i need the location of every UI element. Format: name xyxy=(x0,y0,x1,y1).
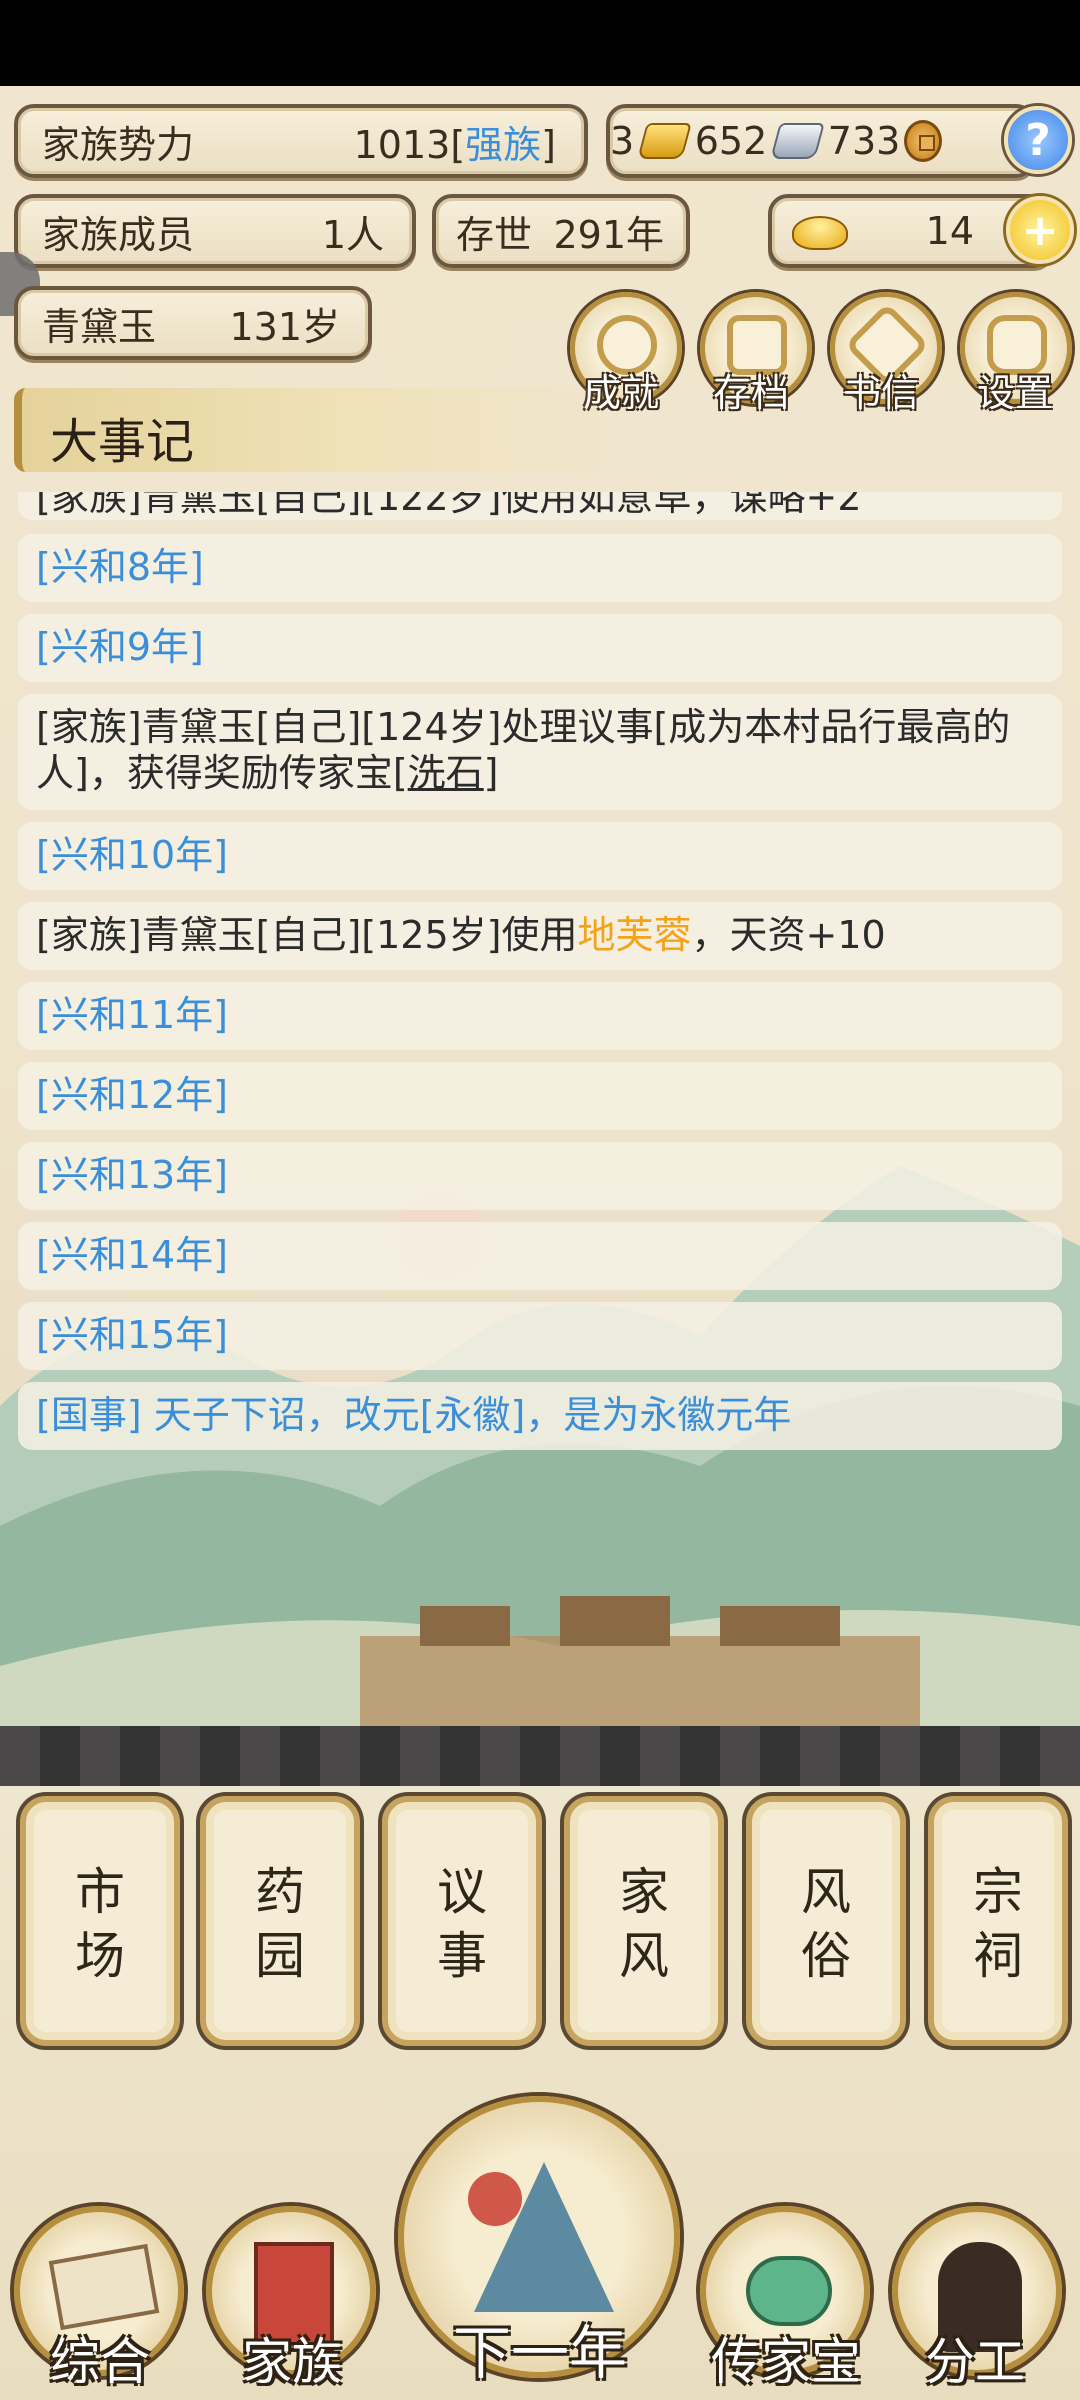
add-yuanbao-button[interactable]: + xyxy=(1006,196,1074,264)
family-power-number: 1013 xyxy=(353,122,451,167)
sun-icon xyxy=(468,2172,522,2226)
ancestral-hall-label-1: 宗 xyxy=(973,1863,1023,1921)
heirloom-item-link[interactable]: 洗石 xyxy=(408,751,484,795)
bracket-open: [ xyxy=(450,122,466,167)
silver-count: 652 xyxy=(694,119,768,163)
scroll-icon xyxy=(48,2243,160,2331)
current-person-pill[interactable]: 青黛玉 131岁 xyxy=(14,286,372,360)
yuanbao-icon xyxy=(792,216,848,250)
copper-coin-icon xyxy=(904,120,942,162)
family-members-pill[interactable]: 家族成员 1人 xyxy=(14,194,416,268)
market-button[interactable]: 市场 xyxy=(20,1796,180,2046)
item-name: 地芙蓉 xyxy=(577,913,692,957)
ancestral-hall-button[interactable]: 宗祠 xyxy=(928,1796,1068,2046)
family-style-label-2: 风 xyxy=(619,1927,669,1985)
log-entry: [兴和11年] xyxy=(18,982,1062,1050)
log-entry: [兴和14年] xyxy=(18,1222,1062,1290)
coin-count: 733 xyxy=(827,119,901,163)
family-style-label-1: 家 xyxy=(619,1863,669,1921)
silver-ingot-icon xyxy=(770,123,825,159)
help-button[interactable]: ? xyxy=(1004,106,1072,174)
council-label-1: 议 xyxy=(437,1863,487,1921)
log-entry: [家族]青黛玉[自己][124岁]处理议事[成为本村品行最高的人]，获得奖励传家… xyxy=(18,694,1062,810)
members-value: 1人 xyxy=(321,212,384,257)
family-label: 家族 xyxy=(242,2333,342,2391)
log-entry: [家族]青黛玉[自己][125岁]使用地芙蓉，天资+10 xyxy=(18,902,1062,970)
existence-value: 291年 xyxy=(553,212,664,257)
council-label-2: 事 xyxy=(437,1927,487,1985)
existence-label: 存世 xyxy=(456,212,533,257)
log-entry: [兴和9年] xyxy=(18,614,1062,682)
letter-label: 书信 xyxy=(842,371,919,415)
log-entry: [国事] 天子下诏，改元[永徽]，是为永徽元年 xyxy=(18,1382,1062,1450)
market-label-1: 市 xyxy=(75,1863,125,1921)
existence-pill: 存世 291年 xyxy=(432,194,690,268)
customs-label-1: 风 xyxy=(801,1863,851,1921)
game-screen: 家族势力 1013[强族] 3 652 733 ? 家族成员 1人 存世 291… xyxy=(0,86,1080,2400)
log-entry: [兴和13年] xyxy=(18,1142,1062,1210)
general-label: 综合 xyxy=(50,2333,150,2391)
market-label-2: 场 xyxy=(75,1927,125,1985)
log-entry: [兴和15年] xyxy=(18,1302,1062,1370)
settings-label: 设置 xyxy=(976,371,1053,415)
log-text: [家族]青黛玉[自己][124岁]处理议事[成为本村品行最高的人]，获得奖励传家… xyxy=(36,705,1011,795)
members-label: 家族成员 xyxy=(42,212,195,257)
family-power-rank: 强族 xyxy=(465,122,542,167)
customs-button[interactable]: 风俗 xyxy=(746,1796,906,2046)
chronicle-title-bar: 大事记 xyxy=(14,388,614,472)
event-log[interactable]: [家族]青黛玉[自己][122岁]使用如意草，谋略+2 [兴和8年] [兴和9年… xyxy=(0,492,1080,1552)
family-power-pill[interactable]: 家族势力 1013[强族] xyxy=(14,104,588,178)
person-name: 青黛玉 xyxy=(42,304,157,349)
chronicle-title: 大事记 xyxy=(50,414,195,470)
family-power-label: 家族势力 xyxy=(42,122,195,167)
ancestral-hall-label-2: 祠 xyxy=(973,1927,1023,1985)
log-entry: [兴和10年] xyxy=(18,822,1062,890)
status-bar xyxy=(0,0,1080,86)
person-age: 131岁 xyxy=(229,304,340,349)
herb-garden-label-1: 药 xyxy=(255,1863,305,1921)
log-text: ，天资+10 xyxy=(691,913,886,957)
heirloom-label: 传家宝 xyxy=(711,2333,861,2391)
herb-garden-button[interactable]: 药园 xyxy=(200,1796,360,2046)
gold-count: 3 xyxy=(610,119,635,163)
yuanbao-value: 14 xyxy=(925,209,974,253)
division-label: 分工 xyxy=(925,2333,1025,2391)
family-style-button[interactable]: 家风 xyxy=(564,1796,724,2046)
log-entry: [兴和8年] xyxy=(18,534,1062,602)
customs-label-2: 俗 xyxy=(801,1927,851,1985)
resources-pill: 3 652 733 xyxy=(606,104,1036,178)
bracket-close: ] xyxy=(541,122,556,167)
family-power-value: 1013[强族] xyxy=(354,114,556,169)
log-text: [家族]青黛玉[自己][125岁]使用 xyxy=(36,913,578,957)
save-label: 存档 xyxy=(712,371,789,415)
log-entry: [兴和12年] xyxy=(18,1062,1062,1130)
jade-icon xyxy=(746,2256,832,2326)
gold-ingot-icon xyxy=(637,123,692,159)
log-entry: [家族]青黛玉[自己][122岁]使用如意草，谋略+2 xyxy=(18,492,1062,520)
herb-garden-label-2: 园 xyxy=(255,1927,305,1985)
council-button[interactable]: 议事 xyxy=(382,1796,542,2046)
log-text: ] xyxy=(483,751,499,795)
next-year-label: 下一年 xyxy=(452,2319,627,2387)
